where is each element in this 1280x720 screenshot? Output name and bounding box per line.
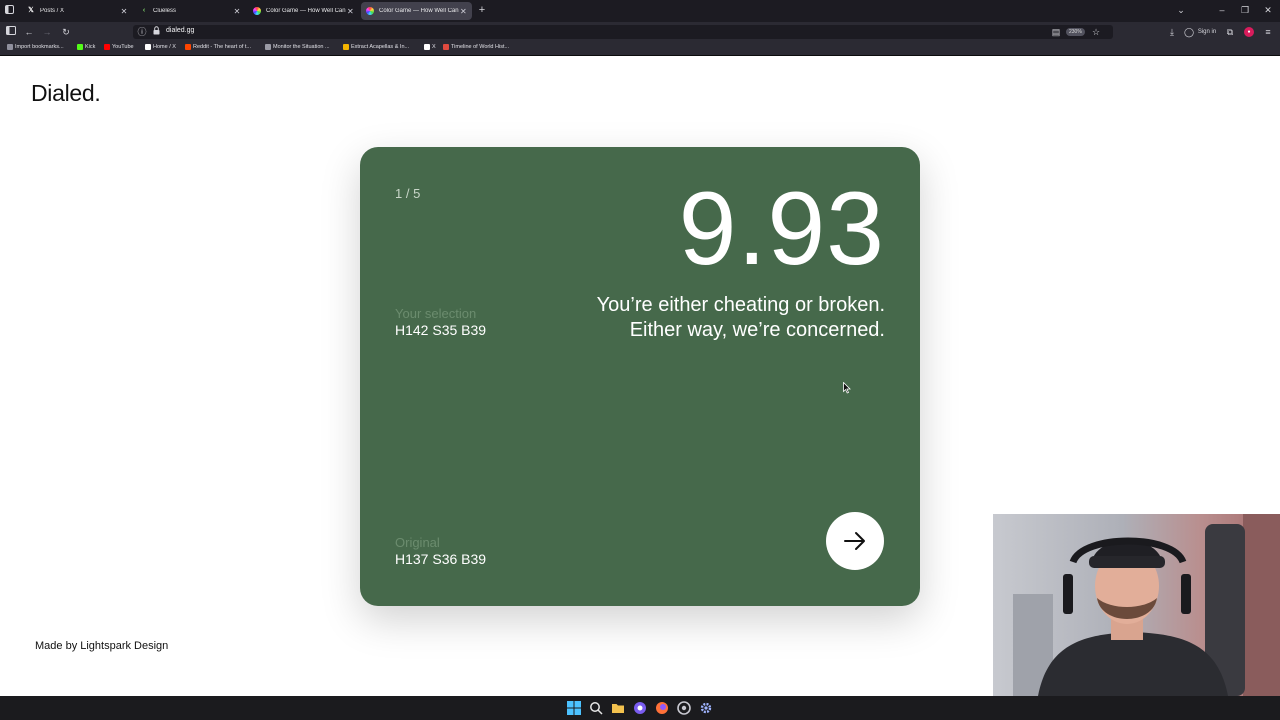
reload-icon[interactable]: ↻ — [60, 26, 72, 38]
bookmark-item[interactable]: Reddit - The heart of t... — [185, 44, 251, 50]
bookmark-favicon-icon — [145, 44, 151, 50]
bookmark-item[interactable]: X — [424, 44, 436, 50]
extension-badge-icon[interactable]: ● — [1244, 27, 1254, 37]
arrow-right-icon — [844, 532, 865, 550]
browser-icon[interactable] — [677, 701, 691, 715]
site-logo[interactable]: Dialed. — [31, 80, 101, 107]
menu-hamburger-icon[interactable]: ≡ — [1262, 26, 1274, 38]
back-arrow-icon[interactable]: ← — [23, 26, 35, 38]
url-bar[interactable]: ⓘ dialed.gg ▤ 230% ☆ — [133, 25, 1113, 39]
original-value: H137 S36 B39 — [395, 551, 487, 567]
bookmarks-toolbar: Import bookmarks... Kick YouTube Home / X Re… — [0, 42, 1280, 56]
browser-nav-bar: ← → ↻ ⓘ dialed.gg ▤ 230% ☆ ⤓ ◯ Sign in ⧉… — [0, 22, 1280, 42]
tab-title: Color Game — How Well Can Y — [379, 8, 459, 14]
tab-list-icon[interactable] — [4, 5, 14, 17]
color-wheel-icon — [253, 7, 261, 15]
result-card: 1 / 5 9.93 You’re either cheating or bro… — [360, 147, 920, 606]
app-icon[interactable] — [633, 701, 647, 715]
bookmark-label: Extract Acapellas & In... — [351, 44, 410, 50]
browser-icon[interactable] — [655, 701, 669, 715]
browser-tab[interactable]: ‹ Clueless ✕ — [135, 2, 246, 20]
windows-start-icon[interactable] — [567, 701, 581, 715]
tab-title: Clueless — [153, 8, 177, 14]
os-taskbar — [0, 696, 1280, 720]
sidebar-toggle-icon[interactable] — [5, 26, 17, 38]
tab-title: Color Game — How Well Can Y — [266, 8, 346, 14]
bookmark-label: YouTube — [112, 44, 134, 50]
bookmark-favicon-icon — [185, 44, 191, 50]
bookmark-favicon-icon — [104, 44, 110, 50]
bookmark-item[interactable]: Timeline of World Hist... — [443, 44, 509, 50]
bookmark-label: Kick — [85, 44, 96, 50]
close-tab-icon[interactable]: ✕ — [119, 7, 129, 16]
bookmark-star-icon[interactable]: ☆ — [1091, 26, 1101, 38]
close-tab-icon[interactable]: ✕ — [232, 7, 242, 16]
bookmark-favicon-icon — [77, 44, 83, 50]
forward-arrow-icon[interactable]: → — [41, 26, 53, 38]
original-label: Original — [395, 535, 440, 550]
bookmark-item[interactable]: Import bookmarks... — [7, 44, 64, 50]
settings-gear-icon[interactable] — [699, 701, 713, 715]
bookmark-favicon-icon — [343, 44, 349, 50]
new-tab-icon[interactable]: + — [476, 4, 488, 16]
extensions-icon[interactable]: ⧉ — [1224, 26, 1236, 38]
mouse-cursor-icon — [843, 382, 851, 394]
verdict-line: Either way, we’re concerned. — [629, 319, 885, 341]
bookmark-favicon-icon — [424, 44, 430, 50]
close-tab-icon[interactable]: ✕ — [346, 7, 355, 16]
score-value: 9.93 — [678, 171, 885, 287]
round-counter: 1 / 5 — [395, 186, 421, 201]
clueless-favicon-icon: ‹ — [142, 7, 146, 14]
selection-value: H142 S35 B39 — [395, 322, 487, 338]
selection-label: Your selection — [395, 306, 477, 321]
site-info-icon[interactable]: ⓘ — [137, 26, 147, 38]
browser-tab[interactable]: 𝕏 Posts / X ✕ — [22, 2, 133, 20]
bookmark-item[interactable]: YouTube — [104, 44, 134, 50]
footer-credit[interactable]: Made by Lightspark Design — [35, 640, 168, 652]
bookmark-favicon-icon — [7, 44, 13, 50]
bookmark-label: Monitor the Situation ... — [273, 44, 330, 50]
browser-tab[interactable]: Color Game — How Well Can Y ✕ — [248, 2, 359, 20]
bookmark-favicon-icon — [443, 44, 449, 50]
next-round-button[interactable] — [826, 512, 884, 570]
bookmark-item[interactable]: Extract Acapellas & In... — [343, 44, 409, 50]
reader-view-icon[interactable]: ▤ — [1051, 26, 1061, 38]
bookmark-item[interactable]: Kick — [77, 44, 95, 50]
verdict-line: You’re either cheating or broken. — [596, 294, 885, 316]
list-all-tabs-icon[interactable]: ⌄ — [1175, 4, 1187, 16]
bookmark-label: Reddit - The heart of t... — [193, 44, 251, 50]
browser-tab-strip: 𝕏 Posts / X ✕ ‹ Clueless ✕ Color Game — … — [0, 0, 1280, 22]
restore-window-icon[interactable]: ❐ — [1239, 4, 1251, 16]
close-window-icon[interactable]: ✕ — [1262, 4, 1274, 16]
tab-title: Posts / X — [40, 8, 65, 14]
account-icon[interactable]: ◯ — [1184, 26, 1194, 38]
x-logo-icon: 𝕏 — [28, 7, 34, 14]
bookmark-label: X — [432, 44, 436, 50]
browser-tab-active[interactable]: Color Game — How Well Can Y ✕ — [361, 2, 472, 20]
color-wheel-icon — [366, 7, 374, 15]
bookmark-item[interactable]: Home / X — [145, 44, 176, 50]
file-explorer-icon[interactable] — [611, 701, 625, 715]
bookmark-label: Timeline of World Hist... — [451, 44, 510, 50]
minimize-window-icon[interactable]: – — [1216, 4, 1228, 16]
bookmark-item[interactable]: Monitor the Situation ... — [265, 44, 330, 50]
bookmark-label: Home / X — [153, 44, 176, 50]
search-icon[interactable] — [589, 701, 603, 715]
downloads-icon[interactable]: ⤓ — [1166, 26, 1178, 38]
url-text: dialed.gg — [166, 27, 195, 34]
verdict-message: You’re either cheating or broken. Either… — [597, 293, 885, 343]
sign-in-button[interactable]: Sign in — [1195, 26, 1219, 38]
lock-icon — [151, 26, 161, 38]
close-tab-icon[interactable]: ✕ — [459, 7, 468, 16]
webcam-feed — [993, 514, 1280, 696]
bookmark-favicon-icon — [265, 44, 271, 50]
zoom-level-badge[interactable]: 230% — [1066, 28, 1085, 36]
bookmark-label: Import bookmarks... — [15, 44, 64, 50]
